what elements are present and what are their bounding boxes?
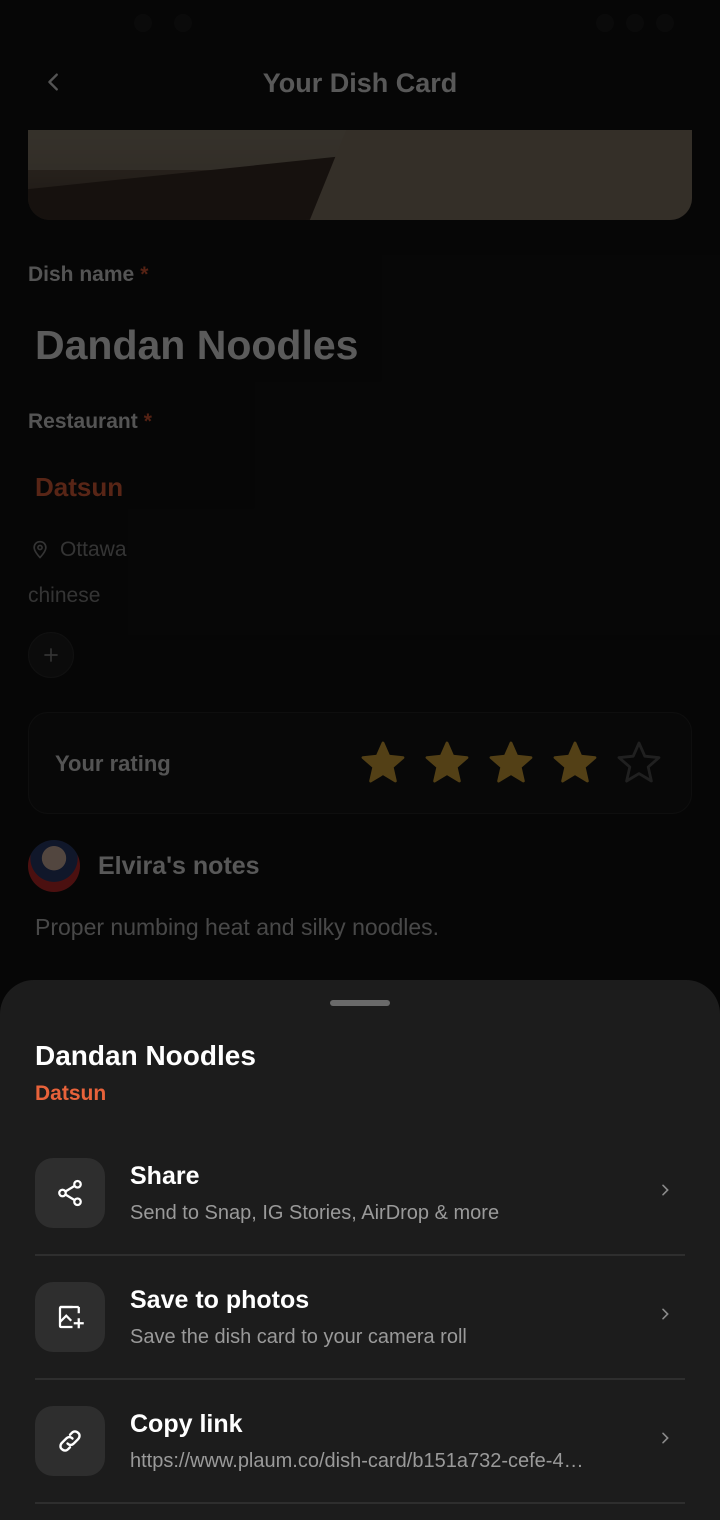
save-icon-tile <box>35 1282 105 1352</box>
dish-photo[interactable] <box>28 130 692 220</box>
link-icon-tile <box>35 1406 105 1476</box>
dish-name-field[interactable]: Dandan Noodles <box>35 322 358 369</box>
plus-icon <box>44 648 58 662</box>
restaurant-field[interactable]: Datsun <box>35 472 123 503</box>
page-title: Your Dish Card <box>262 68 458 98</box>
restaurant-label-text: Restaurant <box>28 410 138 433</box>
notes-title: Elvira's notes <box>98 852 260 880</box>
dish-card-page: Your Dish Card Dish name * Dandan Noodles… <box>0 0 720 1520</box>
chevron-right-icon <box>653 1426 677 1450</box>
dish-name-label: Dish name * <box>28 263 148 287</box>
copy-link-url: https://www.plaum.co/dish-card/b151a732-… <box>130 1450 584 1472</box>
chevron-right-icon <box>653 1302 677 1326</box>
share-icon-tile <box>35 1158 105 1228</box>
wifi-icon <box>596 14 614 32</box>
save-image-icon <box>58 1305 84 1329</box>
dish-name-label-text: Dish name <box>28 263 135 286</box>
star-filled-icon[interactable] <box>423 739 471 787</box>
location: Ottawa <box>30 538 127 562</box>
notes-text: Proper numbing heat and silky noodles. <box>35 914 440 940</box>
star-filled-icon[interactable] <box>551 739 599 787</box>
location-text: Ottawa <box>60 538 127 561</box>
star-empty-icon[interactable] <box>615 739 663 787</box>
sheet-subtitle: Datsun <box>35 1082 107 1105</box>
required-mark: * <box>140 263 149 286</box>
save-subtitle: Save the dish card to your camera roll <box>130 1326 467 1348</box>
star-filled-icon[interactable] <box>359 739 407 787</box>
copy-link-title: Copy link <box>130 1410 243 1438</box>
add-tag-button[interactable] <box>28 632 74 678</box>
battery-icon <box>656 14 674 32</box>
star-filled-icon[interactable] <box>487 739 535 787</box>
share-icon <box>58 1179 82 1207</box>
share-subtitle: Send to Snap, IG Stories, AirDrop & more <box>130 1202 500 1224</box>
link-icon <box>59 1430 81 1452</box>
sheet-title: Dandan Noodles <box>35 1040 256 1071</box>
save-to-photos-option[interactable]: Save to photos Save the dish card to you… <box>35 1254 685 1380</box>
share-bottom-sheet: Dandan Noodles Datsun Share Send to Snap… <box>0 980 720 1520</box>
rating-card: Your rating <box>28 712 692 814</box>
signal-icon <box>626 14 644 32</box>
star-rating[interactable] <box>359 739 663 787</box>
share-option[interactable]: Share Send to Snap, IG Stories, AirDrop … <box>35 1130 685 1256</box>
required-mark: * <box>143 410 152 433</box>
map-pin-icon <box>33 540 47 559</box>
copy-link-option[interactable]: Copy link https://www.plaum.co/dish-card… <box>35 1378 685 1504</box>
restaurant-label: Restaurant * <box>28 410 152 434</box>
rating-label: Your rating <box>55 751 171 776</box>
status-bar <box>0 0 720 46</box>
camera-cutout-icon <box>134 14 152 32</box>
sheet-drag-handle[interactable] <box>330 1000 390 1006</box>
avatar <box>28 840 80 892</box>
chevron-right-icon <box>653 1178 677 1202</box>
header: Your Dish Card <box>0 54 720 112</box>
cuisine-tag[interactable]: chinese <box>28 584 100 608</box>
status-icon <box>174 14 192 32</box>
share-title: Share <box>130 1162 200 1190</box>
save-title: Save to photos <box>130 1286 310 1314</box>
